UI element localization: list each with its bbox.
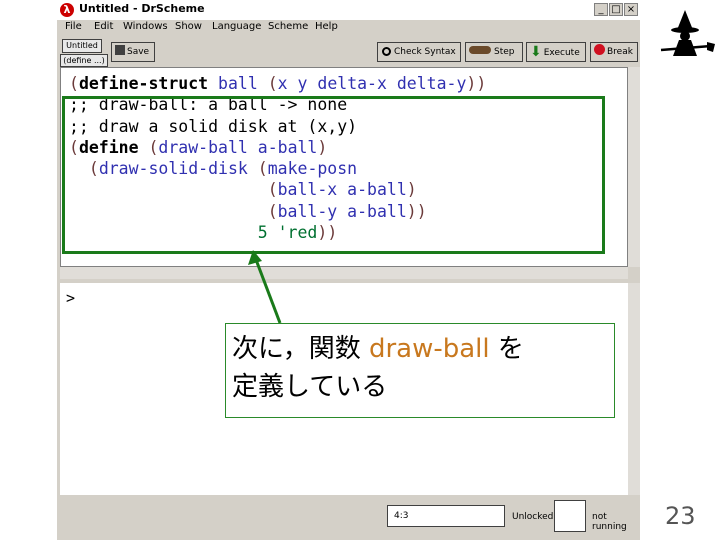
close-button[interactable]: × [624,3,638,16]
status-bar: 4:3 Unlocked not running [57,495,640,540]
window-title: Untitled - DrScheme [79,2,205,15]
code-line-1: (define-struct ball (x y delta-x delta-y… [69,74,487,93]
execute-label: Execute [543,48,580,58]
annotation-line-2: 定義している [232,372,388,402]
drscheme-window: λ Untitled - DrScheme _ □ × File Edit Wi… [57,0,640,540]
repl-prompt: > [66,289,76,307]
save-icon [115,45,125,55]
step-icon [469,46,491,54]
menu-bar: File Edit Windows Show Language Scheme H… [57,20,640,37]
break-button[interactable]: Break [590,42,638,62]
callout-arrow [248,250,282,324]
magnifier-icon [382,47,391,56]
lock-status[interactable]: Unlocked [512,512,553,522]
save-label: Save [127,47,150,57]
menu-file[interactable]: File [65,21,82,32]
step-label: Step [494,47,515,57]
interactions-vertical-scrollbar[interactable] [628,283,640,495]
step-button[interactable]: Step [465,42,523,62]
menu-windows[interactable]: Windows [123,21,168,32]
menu-edit[interactable]: Edit [94,21,113,32]
code-highlight-box [62,96,605,254]
witch-logo-icon [660,10,715,56]
run-status: not running [592,512,627,532]
check-syntax-button[interactable]: Check Syntax [377,42,461,62]
slide-page-number: 23 [665,502,696,530]
cursor-position: 4:3 [387,505,505,527]
toolbar: Untitled (define ...) Save Check Syntax … [57,37,640,67]
save-button[interactable]: Save [111,42,155,62]
definitions-horizontal-scrollbar[interactable] [60,267,628,279]
filename-button[interactable]: Untitled [62,39,102,53]
execute-arrow-icon: ⬇ [530,44,542,60]
define-menu-button[interactable]: (define ...) [60,54,108,67]
break-label: Break [607,47,633,57]
check-syntax-label: Check Syntax [394,47,456,57]
gc-indicator [554,500,586,532]
annotation-line-1: 次に，関数 draw-ball を [232,334,524,364]
stop-icon [594,44,605,55]
minimize-button[interactable]: _ [594,3,608,16]
menu-language[interactable]: Language [212,21,261,32]
drscheme-logo-icon: λ [60,3,74,17]
menu-show[interactable]: Show [175,21,202,32]
maximize-button[interactable]: □ [609,3,623,16]
menu-help[interactable]: Help [315,21,338,32]
menu-scheme[interactable]: Scheme [268,21,308,32]
execute-button[interactable]: ⬇ Execute [526,42,586,62]
title-bar: λ Untitled - DrScheme _ □ × [57,0,640,20]
annotation-text: 次に，関数 draw-ball を 定義している [232,330,524,406]
definitions-vertical-scrollbar[interactable] [628,67,640,267]
